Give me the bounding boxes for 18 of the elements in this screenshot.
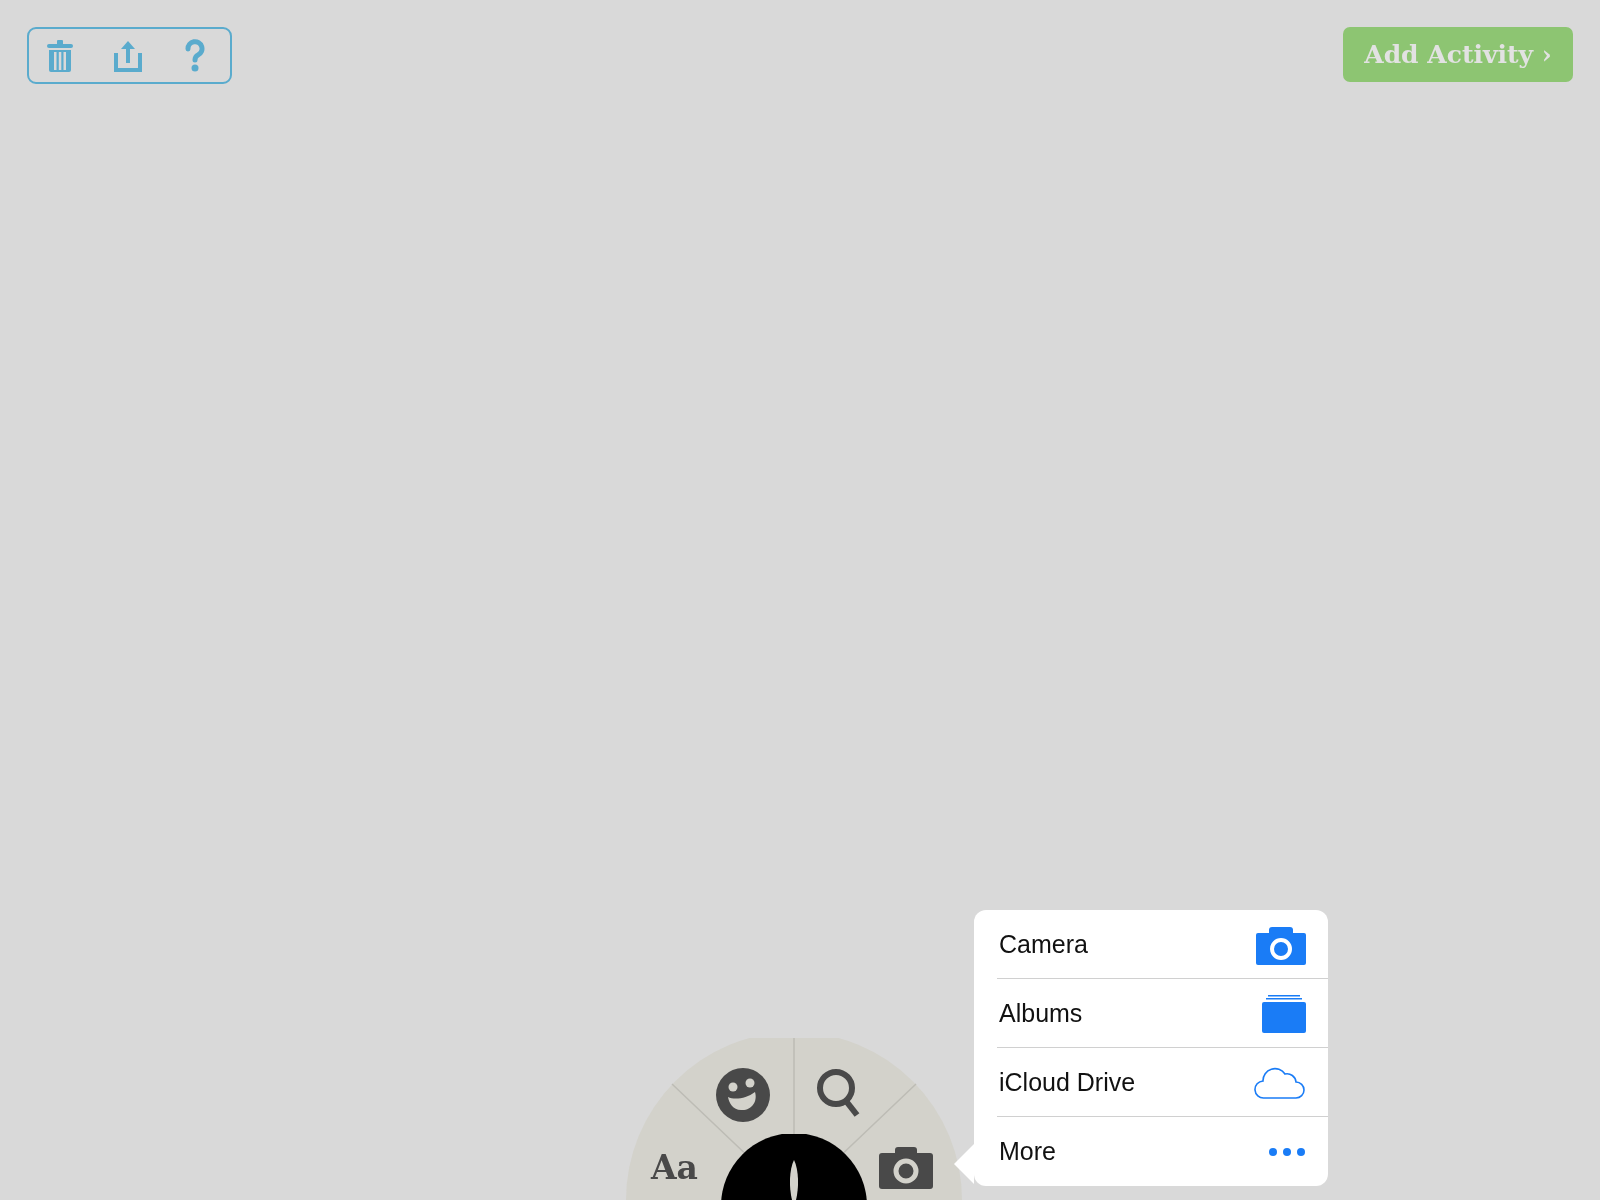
sticker-button[interactable] — [716, 1068, 770, 1122]
camera-button[interactable] — [879, 1145, 933, 1189]
menu-item[interactable]: Albums — [974, 979, 1328, 1048]
camera-icon — [1256, 924, 1306, 965]
menu-item[interactable]: iCloud Drive — [974, 1048, 1328, 1117]
more-icon — [1268, 1146, 1306, 1157]
brush-button[interactable] — [721, 1134, 867, 1200]
text-button[interactable]: Aa — [651, 1148, 698, 1187]
help-icon — [184, 38, 206, 73]
camera-icon — [879, 1145, 933, 1189]
smiley-icon — [716, 1068, 770, 1122]
menu-item[interactable]: More — [974, 1117, 1328, 1186]
albums-icon — [1262, 993, 1306, 1034]
cloud-icon — [1254, 1066, 1306, 1099]
trash-icon — [46, 38, 74, 73]
search-button[interactable] — [816, 1068, 862, 1120]
search-icon — [816, 1068, 862, 1120]
menu-item[interactable]: Camera — [974, 910, 1328, 979]
